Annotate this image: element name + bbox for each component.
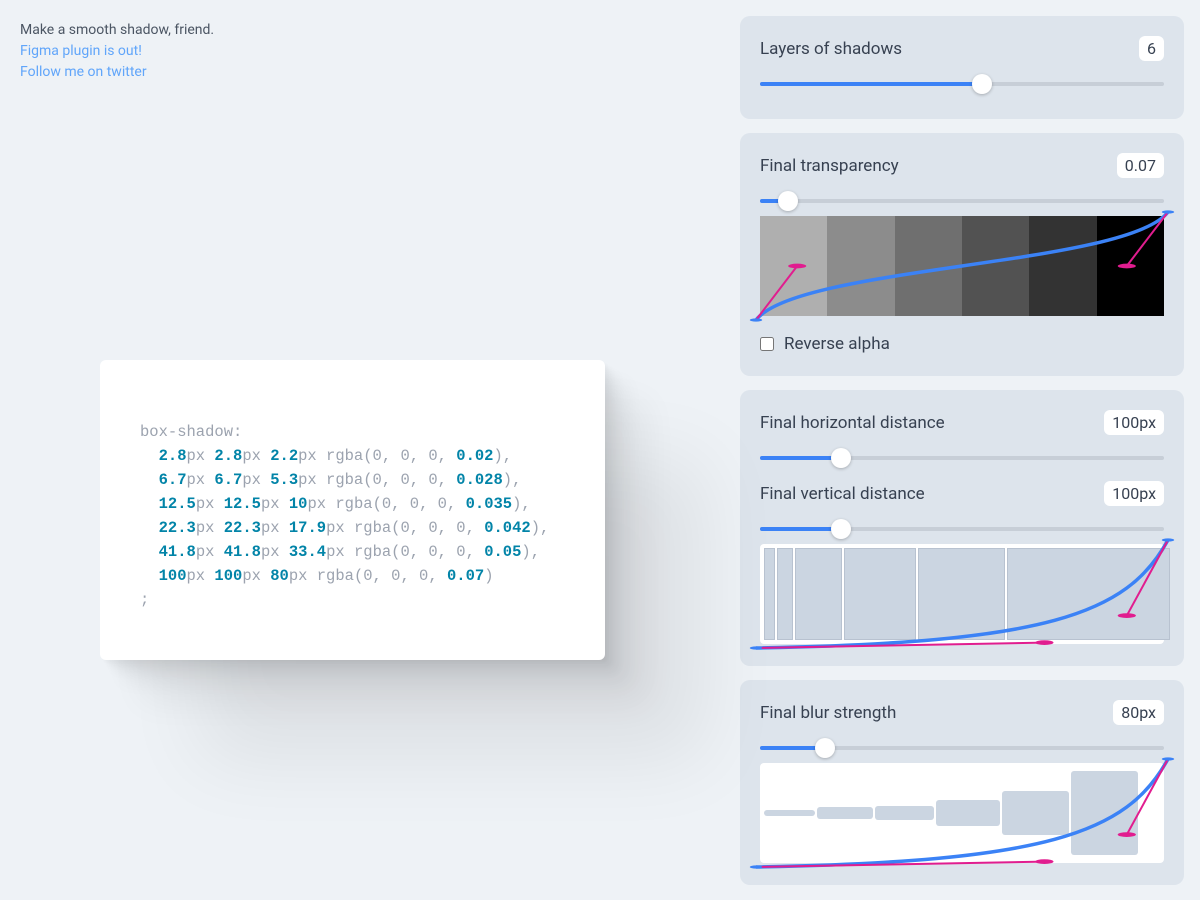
- vdist-slider[interactable]: [760, 520, 1164, 538]
- reverse-alpha-row[interactable]: Reverse alpha: [760, 334, 1164, 354]
- transparency-value: 0.07: [1117, 153, 1164, 178]
- preview-area: Make a smooth shadow, friend. Figma plug…: [0, 0, 724, 900]
- vdist-value: 100px: [1104, 481, 1164, 506]
- hdist-slider[interactable]: [760, 449, 1164, 467]
- layers-slider-thumb[interactable]: [972, 74, 992, 94]
- transparency-slider-thumb[interactable]: [778, 191, 798, 211]
- distance-curve-editor[interactable]: [760, 544, 1164, 644]
- blur-curve-editor[interactable]: [760, 763, 1164, 863]
- reverse-alpha-label: Reverse alpha: [784, 334, 890, 354]
- layers-label: Layers of shadows: [760, 39, 902, 59]
- blur-slider-thumb[interactable]: [815, 738, 835, 758]
- link-twitter[interactable]: Follow me on twitter: [20, 62, 704, 83]
- layers-slider[interactable]: [760, 75, 1164, 93]
- panel-blur: Final blur strength 80px: [740, 680, 1184, 885]
- hdist-value: 100px: [1104, 410, 1164, 435]
- transparency-slider[interactable]: [760, 192, 1164, 210]
- link-figma-plugin[interactable]: Figma plugin is out!: [20, 41, 704, 62]
- layers-value: 6: [1139, 36, 1164, 61]
- panel-distance: Final horizontal distance 100px Final ve…: [740, 390, 1184, 666]
- panel-layers: Layers of shadows 6: [740, 16, 1184, 119]
- transparency-label: Final transparency: [760, 156, 899, 176]
- vdist-label: Final vertical distance: [760, 484, 925, 504]
- blur-slider[interactable]: [760, 739, 1164, 757]
- hdist-label: Final horizontal distance: [760, 413, 945, 433]
- vdist-slider-thumb[interactable]: [831, 519, 851, 539]
- reverse-alpha-checkbox[interactable]: [760, 337, 774, 351]
- page-title: Make a smooth shadow, friend.: [20, 20, 704, 41]
- css-output[interactable]: box-shadow:2.8px 2.8px 2.2px rgba(0, 0, …: [140, 420, 565, 612]
- blur-value: 80px: [1113, 700, 1164, 725]
- controls-sidebar: Layers of shadows 6 Final transparency 0…: [724, 0, 1200, 900]
- hdist-slider-thumb[interactable]: [831, 448, 851, 468]
- transparency-curve-editor[interactable]: [760, 216, 1164, 316]
- blur-label: Final blur strength: [760, 703, 896, 723]
- header: Make a smooth shadow, friend. Figma plug…: [20, 20, 704, 83]
- shadow-preview-card: box-shadow:2.8px 2.8px 2.2px rgba(0, 0, …: [100, 360, 605, 660]
- panel-transparency: Final transparency 0.07 Reverse alpha: [740, 133, 1184, 376]
